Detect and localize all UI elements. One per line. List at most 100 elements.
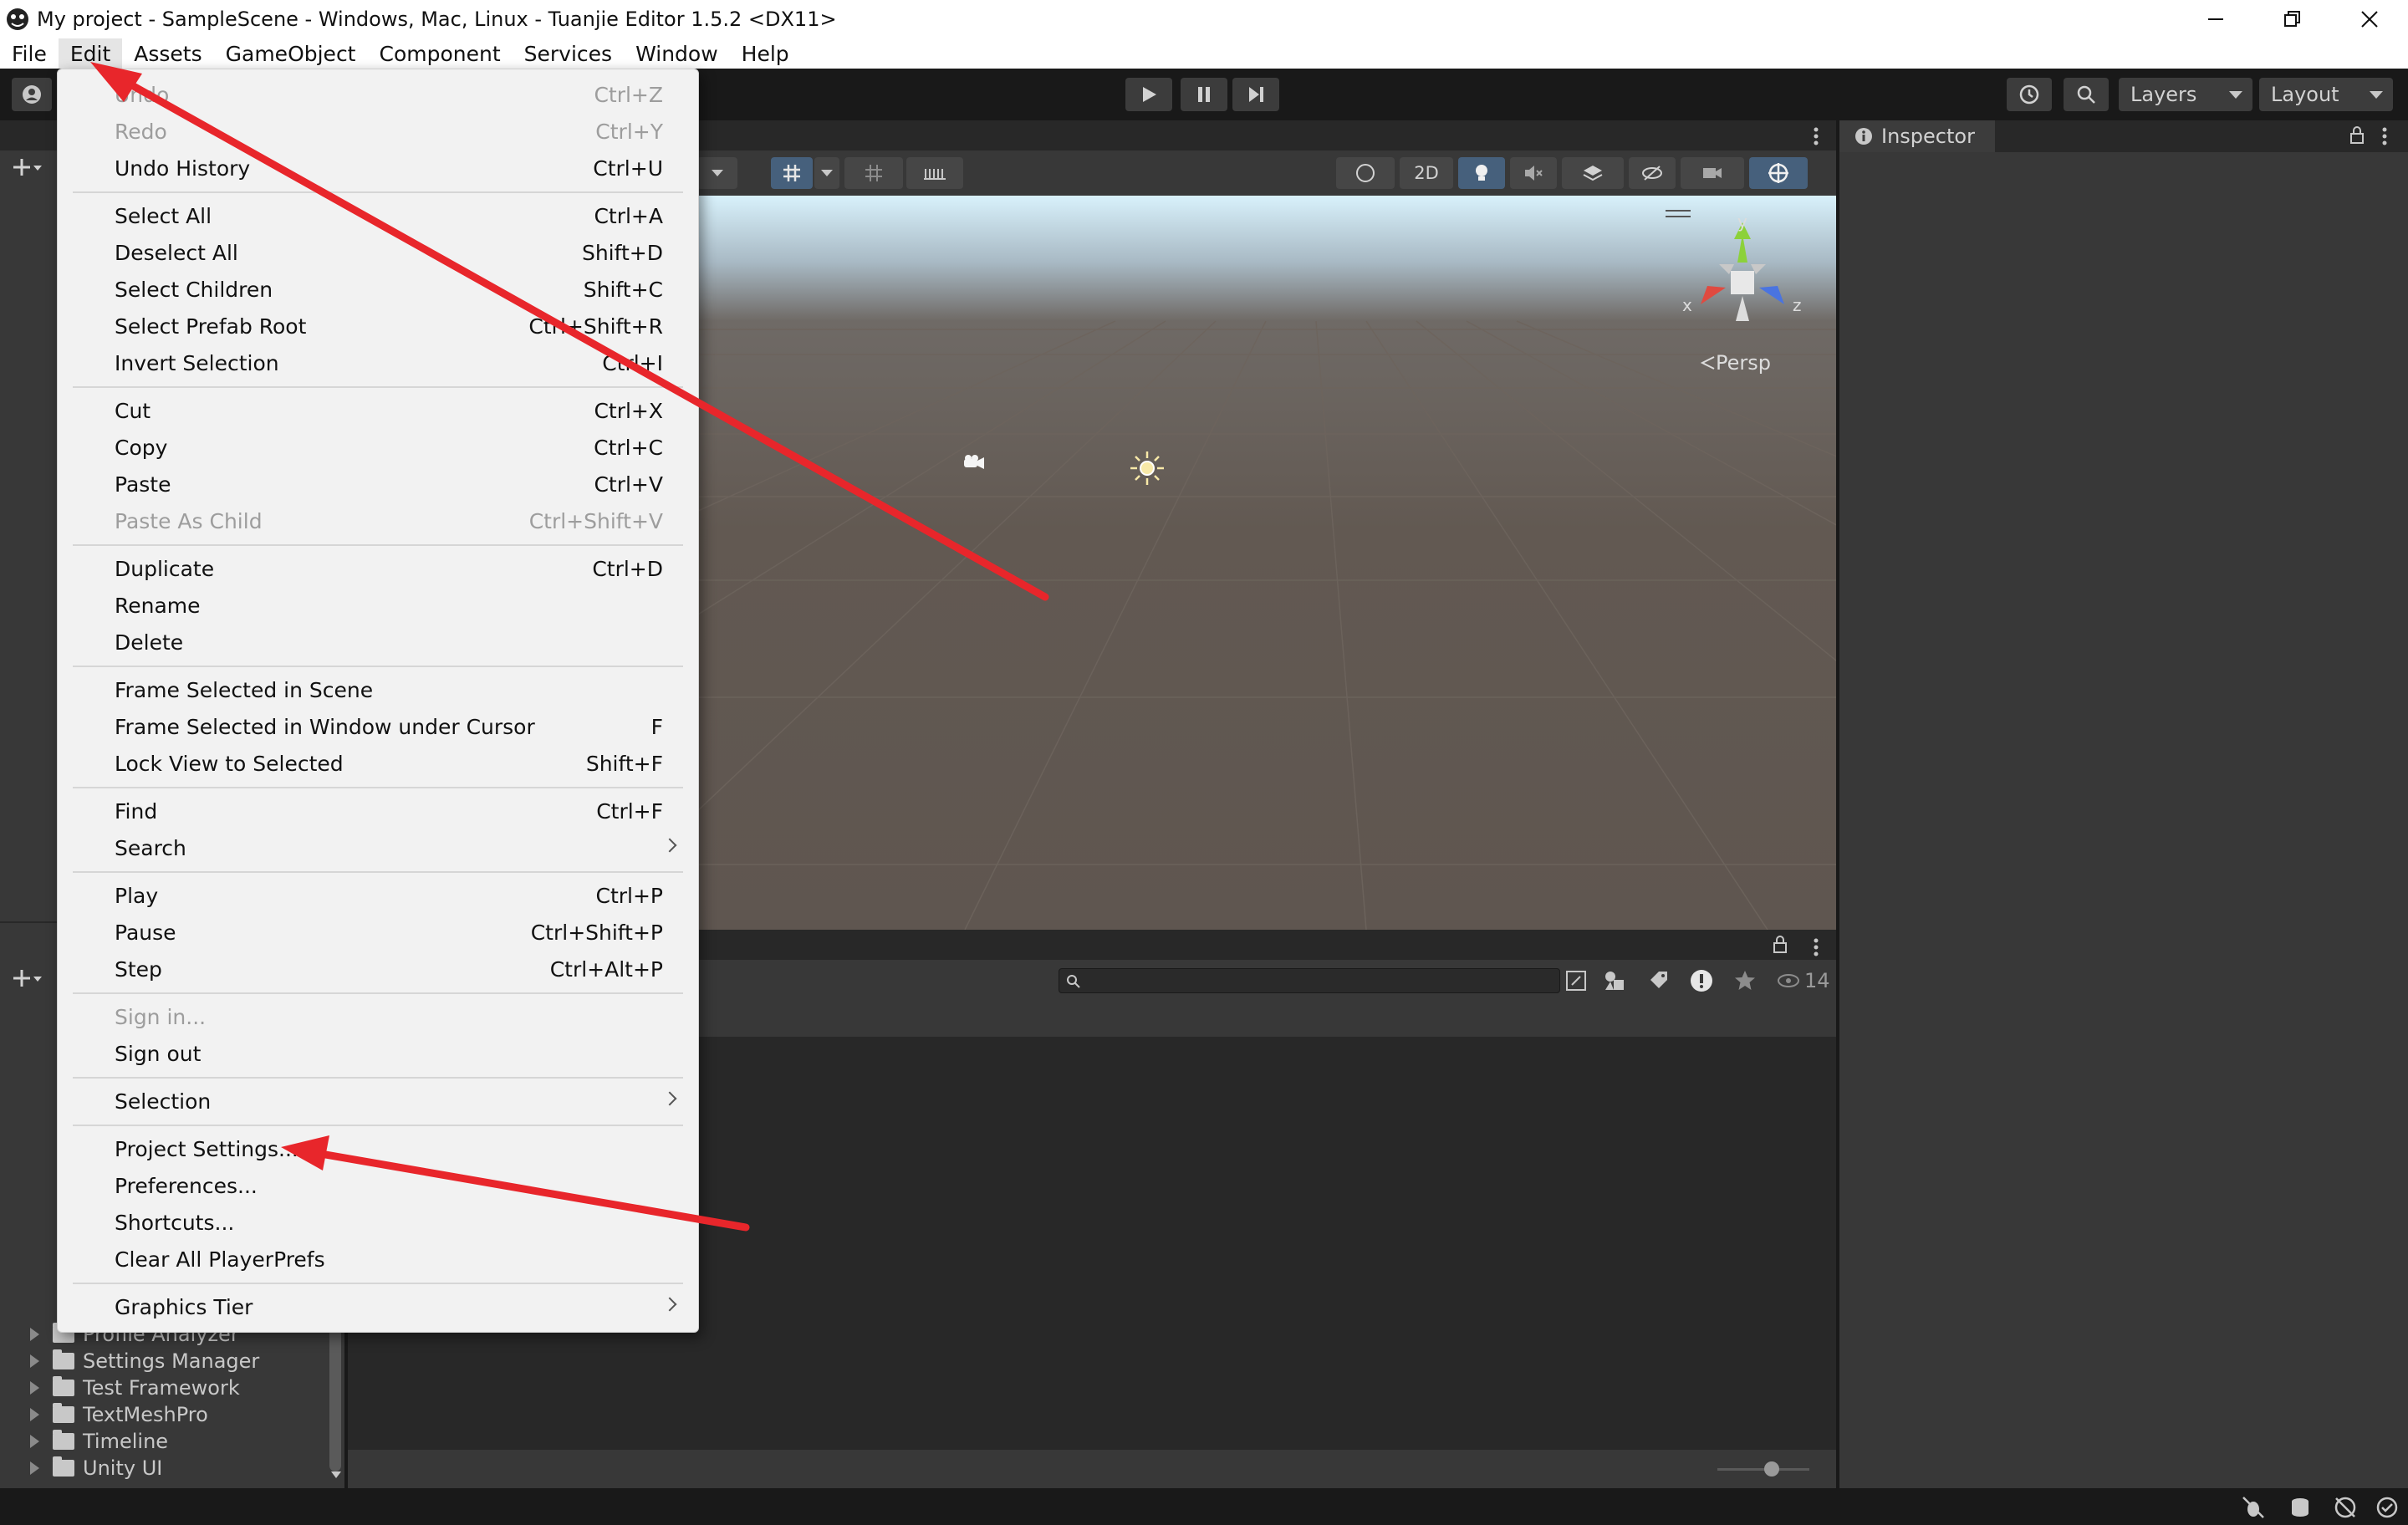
add-icon[interactable]	[10, 156, 43, 179]
scroll-down-icon[interactable]	[329, 1470, 343, 1480]
tool-handle-dropdown[interactable]	[697, 157, 737, 189]
more-options-icon[interactable]	[1808, 936, 1824, 958]
grid-toggle-button[interactable]	[844, 157, 903, 189]
increment-snap-button[interactable]	[906, 157, 963, 189]
history-button[interactable]	[2007, 78, 2052, 111]
step-button[interactable]	[1232, 78, 1279, 111]
play-button[interactable]	[1125, 78, 1172, 111]
tree-item[interactable]: Unity UI	[30, 1455, 162, 1482]
menu-item-duplicate[interactable]: Duplicate Ctrl+D	[58, 550, 698, 587]
camera-gizmo-icon[interactable]	[962, 453, 987, 473]
checkmark-icon[interactable]	[2375, 1495, 2400, 1520]
menu-component[interactable]: Component	[368, 38, 513, 69]
menu-item-delete[interactable]: Delete	[58, 624, 698, 660]
menu-item-play[interactable]: Play Ctrl+P	[58, 877, 698, 914]
menu-item-shortcut: Ctrl+U	[593, 156, 663, 181]
menu-item-shortcuts[interactable]: Shortcuts...	[58, 1204, 698, 1241]
menu-item-paste[interactable]: Paste Ctrl+V	[58, 466, 698, 502]
scene-view[interactable]: y x z Persp	[697, 196, 1836, 930]
layout-dropdown[interactable]: Layout	[2259, 78, 2393, 111]
menu-item-pause[interactable]: Pause Ctrl+Shift+P	[58, 914, 698, 951]
search-window-icon[interactable]	[1564, 968, 1589, 993]
menu-item-project-settings[interactable]: Project Settings...	[58, 1130, 698, 1167]
project-search-input[interactable]	[1059, 968, 1560, 993]
scene-effects-button[interactable]	[1562, 157, 1624, 189]
icon-size-slider-handle[interactable]	[1764, 1461, 1779, 1477]
menu-item-copy[interactable]: Copy Ctrl+C	[58, 429, 698, 466]
menu-edit[interactable]: Edit	[58, 38, 123, 69]
favorite-star-icon[interactable]	[1732, 968, 1758, 993]
toggle-2d-button[interactable]: 2D	[1400, 157, 1453, 189]
lock-icon[interactable]	[1771, 935, 1789, 955]
menu-item-label: Find	[115, 798, 158, 824]
add-icon[interactable]	[10, 967, 43, 990]
grid-snap-button[interactable]	[771, 157, 813, 189]
icon-size-slider[interactable]	[1717, 1468, 1809, 1471]
scene-lighting-button[interactable]	[1458, 157, 1505, 189]
inspector-panel	[1839, 152, 2408, 1488]
projection-toggle[interactable]: Persp	[1701, 351, 1771, 375]
scene-visibility-button[interactable]	[1629, 157, 1676, 189]
menu-item-clear-all-playerprefs[interactable]: Clear All PlayerPrefs	[58, 1241, 698, 1278]
menu-item-find[interactable]: Find Ctrl+F	[58, 793, 698, 829]
debug-bug-icon[interactable]	[2241, 1495, 2266, 1520]
pause-button[interactable]	[1181, 78, 1227, 111]
close-button[interactable]	[2331, 0, 2408, 38]
filter-label-icon[interactable]	[1645, 968, 1671, 993]
account-button[interactable]	[12, 78, 52, 111]
menu-item-step[interactable]: Step Ctrl+Alt+P	[58, 951, 698, 987]
warning-icon[interactable]	[1689, 968, 1714, 993]
window-title: My project - SampleScene - Windows, Mac,…	[37, 8, 837, 31]
scrollbar-thumb[interactable]	[329, 1321, 341, 1471]
menu-assets[interactable]: Assets	[122, 38, 213, 69]
menu-item-select-children[interactable]: Select Children Shift+C	[58, 271, 698, 308]
menu-item-select-prefab-root[interactable]: Select Prefab Root Ctrl+Shift+R	[58, 308, 698, 344]
minimize-button[interactable]	[2177, 0, 2254, 38]
menu-item-search[interactable]: Search	[58, 829, 698, 866]
expand-arrow-icon	[30, 1435, 39, 1448]
menu-file[interactable]: File	[0, 38, 59, 69]
more-options-icon[interactable]	[1808, 125, 1824, 147]
menu-help[interactable]: Help	[730, 38, 801, 69]
more-options-icon[interactable]	[2376, 125, 2393, 147]
menu-item-label: Play	[115, 883, 159, 908]
menu-gameobject[interactable]: GameObject	[214, 38, 368, 69]
menu-item-label: Step	[115, 956, 162, 982]
shading-mode-button[interactable]	[1336, 157, 1395, 189]
search-button[interactable]	[2064, 78, 2109, 111]
menu-item-rename[interactable]: Rename	[58, 587, 698, 624]
scene-audio-button[interactable]	[1510, 157, 1557, 189]
orientation-gizmo[interactable]: y x z	[1676, 212, 1809, 363]
menu-item-preferences[interactable]: Preferences...	[58, 1167, 698, 1204]
menu-services[interactable]: Services	[513, 38, 624, 69]
layers-dropdown[interactable]: Layers	[2119, 78, 2252, 111]
lock-icon[interactable]	[2348, 125, 2366, 145]
directional-light-icon[interactable]	[1129, 450, 1166, 487]
tab-inspector[interactable]: Inspector	[1839, 120, 1995, 152]
menu-item-deselect-all[interactable]: Deselect All Shift+D	[58, 234, 698, 271]
menu-item-sign-out[interactable]: Sign out	[58, 1035, 698, 1072]
visibility-count[interactable]: 14	[1776, 968, 1830, 993]
menu-item-shortcut: Ctrl+Shift+P	[530, 920, 663, 945]
grid-snap-dropdown[interactable]	[814, 157, 839, 189]
menu-item-select-all[interactable]: Select All Ctrl+A	[58, 197, 698, 234]
menu-item-cut[interactable]: Cut Ctrl+X	[58, 392, 698, 429]
tree-item[interactable]: Timeline	[30, 1428, 168, 1455]
tree-item[interactable]: Settings Manager	[30, 1348, 259, 1375]
menu-item-frame-selected-in-window-under-cursor[interactable]: Frame Selected in Window under Cursor F	[58, 708, 698, 745]
restore-button[interactable]	[2254, 0, 2331, 38]
menu-item-invert-selection[interactable]: Invert Selection Ctrl+I	[58, 344, 698, 381]
menu-item-frame-selected-in-scene[interactable]: Frame Selected in Scene	[58, 671, 698, 708]
menu-window[interactable]: Window	[624, 38, 730, 69]
tree-item[interactable]: Test Framework	[30, 1375, 240, 1401]
scene-camera-button[interactable]	[1681, 157, 1744, 189]
filter-type-icon[interactable]	[1602, 968, 1627, 993]
gizmos-button[interactable]	[1749, 157, 1808, 189]
menu-item-lock-view-to-selected[interactable]: Lock View to Selected Shift+F	[58, 745, 698, 782]
menu-item-undo-history[interactable]: Undo History Ctrl+U	[58, 150, 698, 186]
network-off-icon[interactable]	[2333, 1495, 2358, 1520]
menu-item-selection[interactable]: Selection	[58, 1083, 698, 1120]
cache-server-icon[interactable]	[2288, 1495, 2313, 1520]
tree-item[interactable]: TextMeshPro	[30, 1401, 208, 1428]
menu-item-graphics-tier[interactable]: Graphics Tier	[58, 1288, 698, 1325]
